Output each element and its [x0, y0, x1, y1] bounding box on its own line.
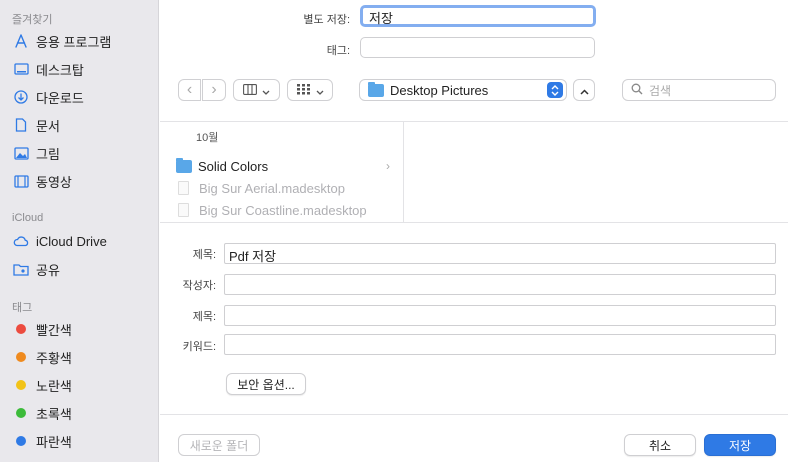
sidebar-item-shared[interactable]: 공유 [12, 258, 60, 280]
sidebar-item-label: iCloud Drive [36, 233, 107, 249]
tags-label: 태그: [326, 45, 350, 57]
downloads-icon [12, 89, 30, 105]
location-label: Desktop Pictures [390, 82, 489, 98]
browser-column: 10월 Solid Colors › Big Sur Aerial.madesk… [160, 122, 404, 222]
save-as-input[interactable]: 저장 [360, 5, 596, 27]
tags-header: 태그 [12, 302, 33, 314]
sidebar-item-icloud-drive[interactable]: iCloud Drive [12, 230, 107, 252]
up-down-stepper-icon [547, 82, 563, 98]
sidebar-tag-red[interactable]: 빨간색 [12, 318, 72, 340]
sidebar: 즐겨찾기 응용 프로그램 데스크탑 다운로드 문서 그림 동영상 iCloud … [0, 0, 159, 462]
columns-view-icon [243, 83, 257, 98]
folder-icon [368, 81, 384, 97]
red-tag-icon [16, 324, 26, 334]
sidebar-tag-yellow[interactable]: 노란색 [12, 374, 72, 396]
title-input[interactable]: Pdf 저장 [224, 243, 776, 264]
group-by-button[interactable] [287, 79, 333, 101]
chevron-down-icon [316, 83, 324, 98]
expand-collapse-button[interactable] [573, 79, 595, 101]
search-field[interactable]: 검색 [622, 79, 776, 101]
author-label: 작성자: [182, 280, 216, 292]
applications-icon [12, 33, 30, 49]
sidebar-tag-blue[interactable]: 파란색 [12, 430, 72, 452]
sidebar-item-label: 데스크탑 [36, 62, 84, 78]
sidebar-item-label: 빨간색 [36, 322, 72, 338]
keywords-label: 키워드: [182, 341, 216, 353]
sidebar-item-applications[interactable]: 응용 프로그램 [12, 30, 111, 52]
shared-folder-icon [12, 261, 30, 277]
sidebar-item-label: 파란색 [36, 434, 72, 450]
orange-tag-icon [16, 352, 26, 362]
title-label: 제목: [192, 249, 216, 261]
chevron-right-icon: › [386, 159, 390, 173]
movies-icon [12, 173, 30, 189]
blue-tag-icon [16, 436, 26, 446]
sidebar-item-label: 그림 [36, 146, 60, 162]
save-dialog-main: 별도 저장: 저장 태그: ‹ › Desktop Pictures 검색 10… [160, 0, 788, 462]
sidebar-tag-orange[interactable]: 주황색 [12, 346, 72, 368]
cloud-icon [12, 233, 30, 249]
search-placeholder: 검색 [649, 83, 672, 98]
yellow-tag-icon [16, 380, 26, 390]
sidebar-item-desktop[interactable]: 데스크탑 [12, 58, 84, 80]
file-browser: 10월 Solid Colors › Big Sur Aerial.madesk… [160, 121, 788, 223]
search-icon [631, 83, 643, 98]
sidebar-item-label: 다운로드 [36, 90, 84, 106]
file-name: Big Sur Coastline.madesktop [199, 202, 367, 218]
chevron-down-icon [262, 83, 270, 98]
document-icon [12, 117, 30, 133]
subject-label: 제목: [192, 311, 216, 323]
grid-icon [296, 83, 311, 98]
cancel-button[interactable]: 취소 [624, 434, 696, 456]
sidebar-tag-green[interactable]: 초록색 [12, 402, 72, 424]
folder-icon [176, 157, 192, 173]
pictures-icon [12, 145, 30, 161]
subject-input[interactable] [224, 305, 776, 326]
divider [160, 414, 788, 415]
favorites-header: 즐겨찾기 [12, 14, 53, 26]
chevron-left-icon: ‹ [186, 81, 193, 98]
chevron-right-icon: › [211, 81, 217, 98]
back-button[interactable]: ‹ [178, 79, 201, 101]
author-input[interactable] [224, 274, 776, 295]
sidebar-item-label: 노란색 [36, 378, 72, 394]
icloud-header: iCloud [12, 212, 44, 224]
sidebar-item-label: 주황색 [36, 350, 72, 366]
sidebar-item-downloads[interactable]: 다운로드 [12, 86, 84, 108]
sidebar-item-label: 공유 [36, 262, 60, 278]
sidebar-item-pictures[interactable]: 그림 [12, 142, 60, 164]
file-icon [178, 203, 189, 217]
list-item[interactable]: Big Sur Coastline.madesktop [160, 199, 404, 221]
list-item[interactable]: Big Sur Aerial.madesktop [160, 177, 404, 199]
location-popup[interactable]: Desktop Pictures [359, 79, 567, 101]
file-name: Solid Colors [198, 158, 269, 174]
save-button[interactable]: 저장 [704, 434, 776, 456]
sidebar-item-label: 초록색 [36, 406, 72, 422]
keywords-input[interactable] [224, 334, 776, 355]
save-as-label: 별도 저장: [303, 14, 350, 26]
sidebar-item-documents[interactable]: 문서 [12, 114, 60, 136]
desktop-icon [12, 61, 30, 77]
new-folder-button[interactable]: 새로운 폴더 [178, 434, 260, 456]
sidebar-item-label: 응용 프로그램 [36, 34, 112, 50]
sidebar-item-label: 문서 [36, 118, 60, 134]
green-tag-icon [16, 408, 26, 418]
list-item[interactable]: Solid Colors › [160, 155, 404, 177]
file-icon [178, 181, 189, 195]
forward-button[interactable]: › [202, 79, 226, 101]
tags-input[interactable] [360, 37, 595, 58]
view-mode-button[interactable] [233, 79, 280, 101]
group-header: 10월 [196, 132, 219, 144]
sidebar-item-label: 동영상 [36, 174, 72, 190]
sidebar-item-movies[interactable]: 동영상 [12, 170, 72, 192]
security-options-button[interactable]: 보안 옵션... [226, 373, 306, 395]
file-name: Big Sur Aerial.madesktop [199, 180, 345, 196]
chevron-up-icon [579, 83, 589, 98]
